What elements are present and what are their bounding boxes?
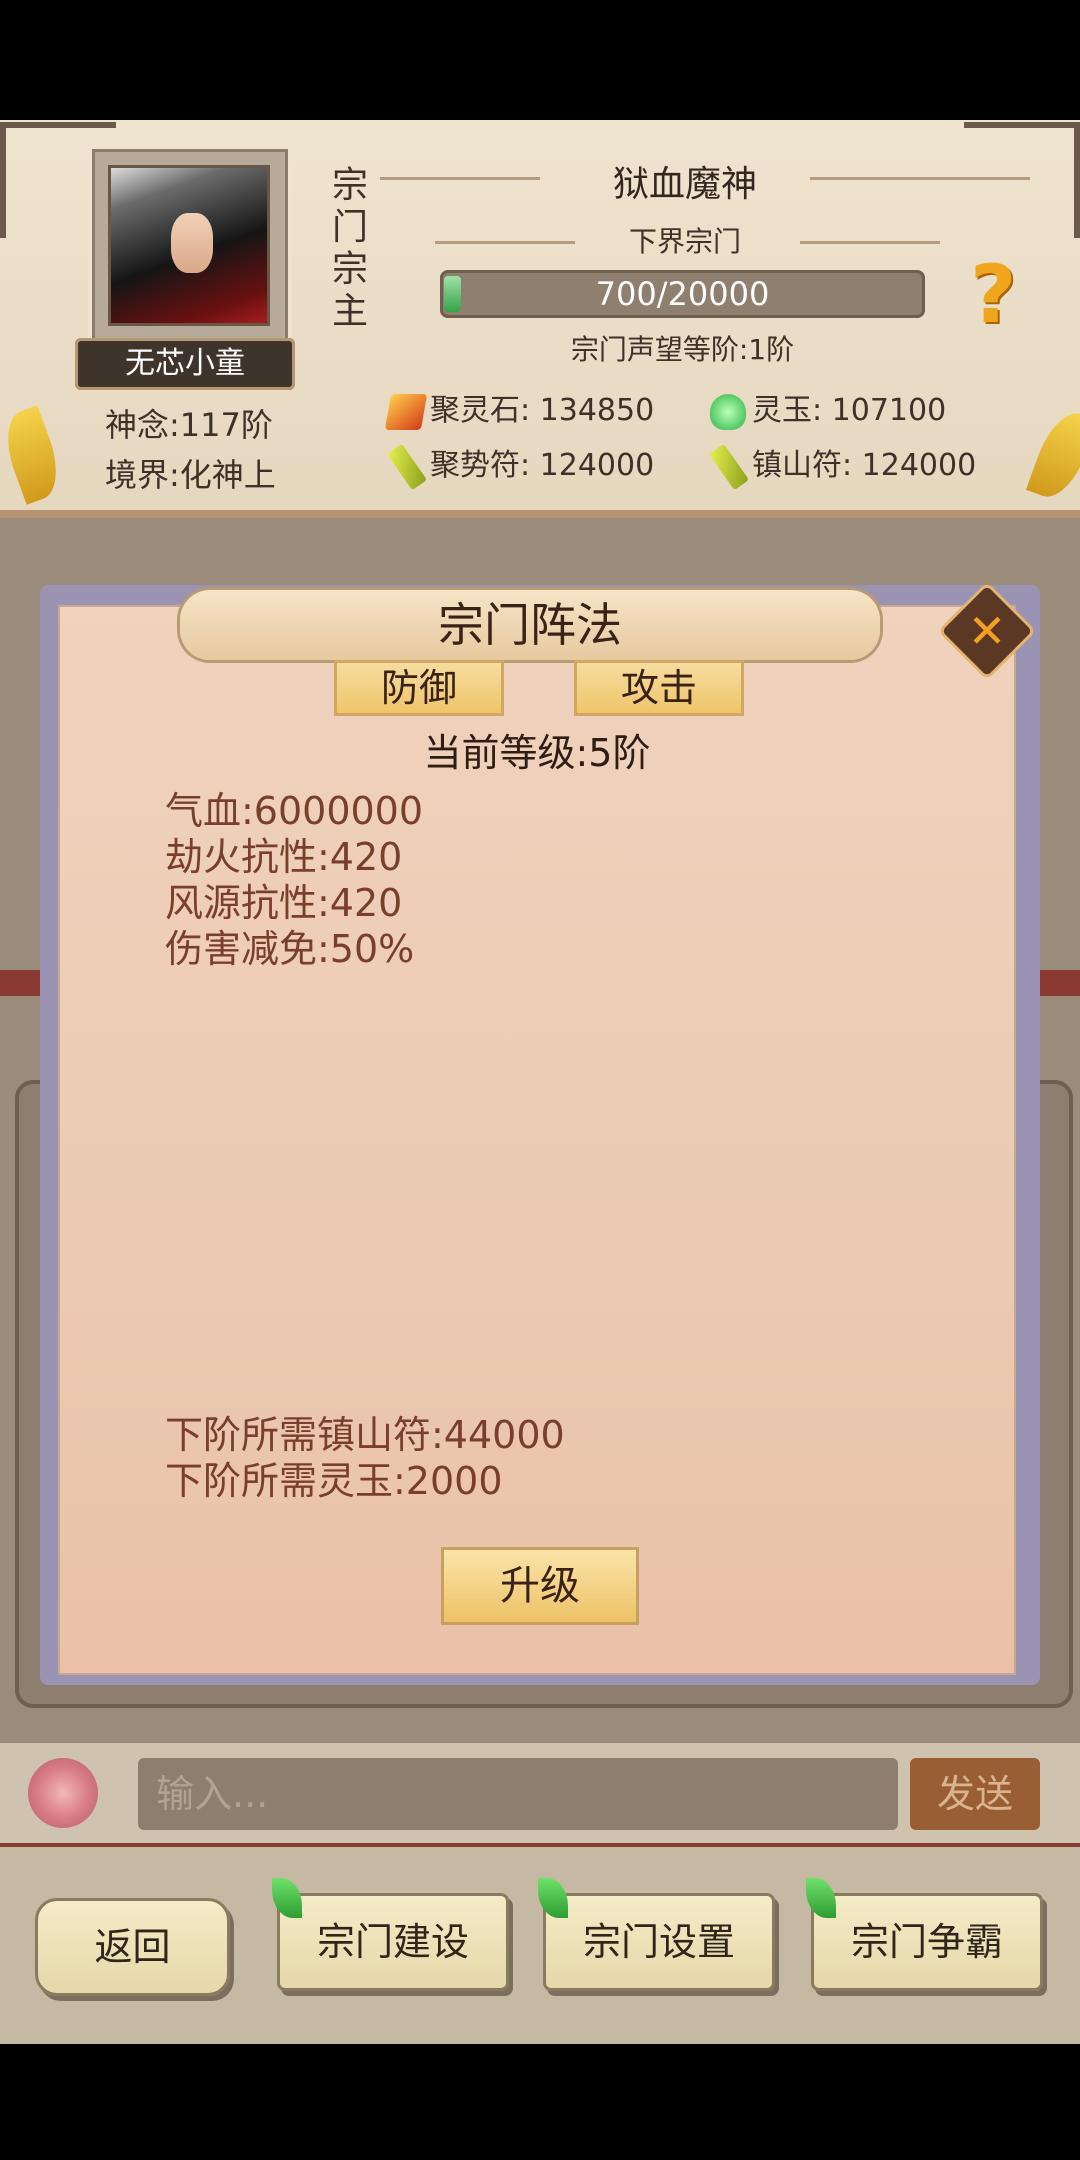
resource-lingyu: 灵玉: 107100 bbox=[710, 385, 946, 430]
stat-damage-reduction: 伤害减免:50% bbox=[165, 927, 415, 971]
tab-attack[interactable]: 攻击 bbox=[574, 660, 744, 716]
lingyu-value: 灵玉: 107100 bbox=[752, 393, 947, 428]
reputation-rank: 宗门声望等阶:1阶 bbox=[570, 333, 795, 366]
close-icon[interactable]: ✕ bbox=[952, 596, 1022, 666]
tab-defense[interactable]: 防御 bbox=[334, 660, 504, 716]
role-char-4: 主 bbox=[332, 291, 369, 332]
zhenshan-fu-value: 镇山符: 124000 bbox=[752, 448, 977, 483]
role-title: 宗 门 宗 主 bbox=[332, 165, 372, 333]
resource-jushi-fu: 聚势符: 124000 bbox=[387, 440, 655, 490]
sect-build-label: 宗门建设 bbox=[316, 1920, 469, 1964]
avatar[interactable] bbox=[108, 165, 270, 326]
current-level: 当前等级:5阶 bbox=[423, 731, 651, 775]
role-char-2: 门 bbox=[332, 207, 369, 248]
juling-stone-icon bbox=[384, 393, 428, 430]
sect-name: 狱血魔神 bbox=[612, 164, 757, 205]
sect-type: 下界宗门 bbox=[628, 225, 741, 258]
upgrade-button[interactable]: 升级 bbox=[441, 1547, 639, 1625]
resource-juling-stone: 聚灵石: 134850 bbox=[384, 385, 655, 430]
realm-level: 境界:化神上 bbox=[105, 456, 276, 494]
sect-contest-label: 宗门争霸 bbox=[850, 1920, 1003, 1964]
juling-stone-value: 聚灵石: 134850 bbox=[430, 393, 655, 428]
dialog-title: 宗门阵法 bbox=[438, 598, 622, 652]
send-button[interactable]: 发送 bbox=[910, 1758, 1040, 1830]
flower-icon bbox=[28, 1758, 98, 1828]
sect-settings-button[interactable]: 宗门设置 bbox=[538, 1878, 775, 1991]
corner-ornament-right bbox=[964, 122, 1080, 238]
sect-settings-label: 宗门设置 bbox=[582, 1920, 735, 1964]
zhenshan-talisman-icon bbox=[709, 443, 749, 490]
chat-input[interactable]: 输入... bbox=[138, 1758, 898, 1830]
shennian-level: 神念:117阶 bbox=[105, 406, 273, 444]
sect-contest-button[interactable]: 宗门争霸 bbox=[806, 1878, 1043, 1991]
lingyu-icon bbox=[710, 393, 746, 430]
role-char-3: 宗 bbox=[332, 249, 369, 290]
reputation-progress-text: 700/20000 bbox=[595, 275, 770, 313]
role-char-1: 宗 bbox=[332, 165, 369, 206]
reputation-progress-bar: 700/20000 bbox=[440, 270, 925, 318]
player-name: 无芯小童 bbox=[75, 338, 295, 390]
requirement-lingyu: 下阶所需灵玉:2000 bbox=[165, 1459, 503, 1503]
help-icon[interactable]: ? bbox=[970, 255, 1030, 335]
resource-zhenshan-fu: 镇山符: 124000 bbox=[709, 440, 977, 490]
jushi-talisman-icon bbox=[387, 443, 427, 490]
back-button[interactable]: 返回 bbox=[35, 1898, 230, 1996]
jushi-fu-value: 聚势符: 124000 bbox=[430, 448, 655, 483]
sect-build-button[interactable]: 宗门建设 bbox=[272, 1878, 509, 1991]
